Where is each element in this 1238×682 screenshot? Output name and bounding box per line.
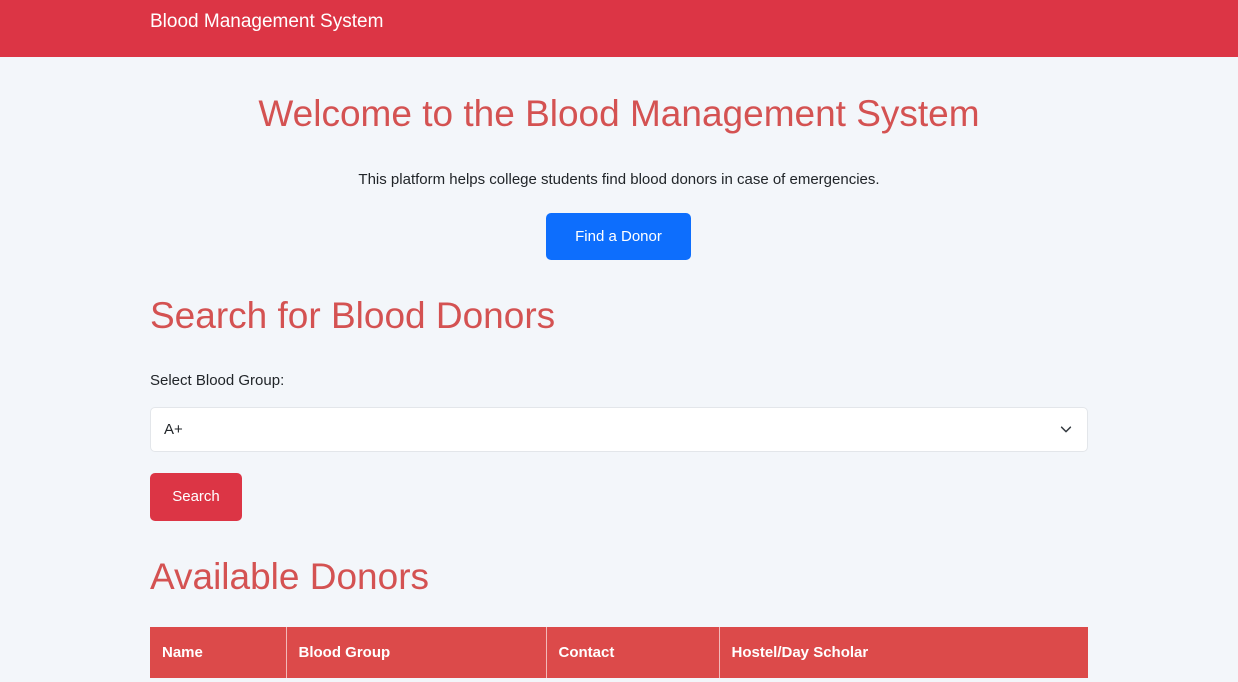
blood-group-selected-value: A+ — [164, 421, 183, 438]
column-header-blood-group[interactable]: Blood Group — [286, 627, 547, 678]
column-header-name[interactable]: Name — [150, 627, 287, 678]
search-button[interactable]: Search — [150, 473, 242, 521]
donors-table-header: Name Blood Group Contact Hostel/Day Scho… — [150, 627, 1088, 678]
blood-group-select[interactable]: A+ — [150, 407, 1088, 452]
blood-group-label: Select Blood Group: — [150, 372, 285, 389]
search-section-title: Search for Blood Donors — [150, 295, 556, 336]
top-navbar: Blood Management System — [0, 0, 1238, 57]
hero-description: This platform helps college students fin… — [358, 171, 880, 188]
table-header-row: Name Blood Group Contact Hostel/Day Scho… — [150, 627, 1088, 678]
navbar-brand[interactable]: Blood Management System — [150, 11, 383, 33]
chevron-down-icon — [1060, 426, 1072, 433]
column-header-hostel-day-scholar[interactable]: Hostel/Day Scholar — [719, 627, 1088, 678]
donors-table: Name Blood Group Contact Hostel/Day Scho… — [150, 627, 1088, 678]
available-donors-title: Available Donors — [150, 556, 430, 597]
column-header-contact[interactable]: Contact — [546, 627, 720, 678]
find-donor-button[interactable]: Find a Donor — [546, 213, 691, 260]
hero-title: Welcome to the Blood Management System — [258, 93, 980, 134]
